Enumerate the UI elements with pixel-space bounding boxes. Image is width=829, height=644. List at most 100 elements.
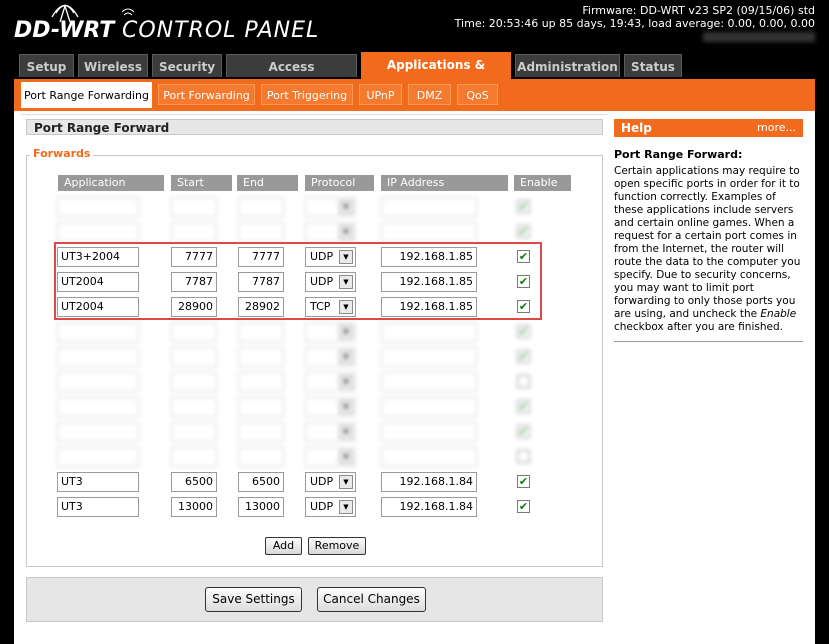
remove-button[interactable]: Remove xyxy=(308,537,366,555)
ip-address-input[interactable] xyxy=(381,197,477,217)
start-port-input[interactable] xyxy=(171,222,217,242)
enable-checkbox[interactable] xyxy=(517,450,530,463)
start-port-input[interactable] xyxy=(171,372,217,392)
tab-security[interactable]: Security xyxy=(152,54,222,77)
tab-wireless[interactable]: Wireless xyxy=(78,54,148,77)
tab-administration[interactable]: Administration xyxy=(515,54,620,77)
chevron-down-icon: ▼ xyxy=(339,425,353,439)
enable-checkbox[interactable]: ✔ xyxy=(517,325,530,338)
start-port-input[interactable] xyxy=(171,347,217,367)
system-info: Firmware: DD-WRT v23 SP2 (09/15/06) std … xyxy=(455,4,815,30)
col-header-end: End xyxy=(237,175,298,191)
start-port-input[interactable]: 6500 xyxy=(171,472,217,492)
enable-checkbox[interactable]: ✔ xyxy=(517,400,530,413)
application-input[interactable] xyxy=(57,372,139,392)
application-input[interactable] xyxy=(57,447,139,467)
protocol-select[interactable]: ▼ xyxy=(305,397,356,417)
end-port-input[interactable] xyxy=(238,372,284,392)
protocol-select[interactable]: ▼ xyxy=(305,322,356,342)
section-title: Port Range Forward xyxy=(26,119,603,135)
help-text-em: Enable xyxy=(760,308,797,320)
end-port-input[interactable] xyxy=(238,322,284,342)
enable-checkbox[interactable] xyxy=(517,375,530,388)
protocol-select[interactable]: ▼ xyxy=(305,197,356,217)
start-port-input[interactable]: 13000 xyxy=(171,497,217,517)
save-settings-button[interactable]: Save Settings xyxy=(205,587,302,612)
protocol-select[interactable]: ▼ xyxy=(305,222,356,242)
tab-status[interactable]: Status xyxy=(624,54,682,77)
ip-address-input[interactable]: 192.168.1.84 xyxy=(381,472,477,492)
end-port-input[interactable] xyxy=(238,222,284,242)
ip-address-input[interactable] xyxy=(381,397,477,417)
protocol-value: UDP xyxy=(310,500,334,513)
chevron-down-icon: ▼ xyxy=(339,500,353,514)
ip-address-input[interactable] xyxy=(381,322,477,342)
uptime-text: Time: 20:53:46 up 85 days, 19:43, load a… xyxy=(454,17,815,30)
ip-address-input[interactable]: 192.168.1.84 xyxy=(381,497,477,517)
end-port-input[interactable] xyxy=(238,397,284,417)
cancel-changes-button[interactable]: Cancel Changes xyxy=(317,587,426,612)
application-input[interactable]: UT3 xyxy=(57,472,139,492)
ip-address-input[interactable] xyxy=(381,422,477,442)
protocol-select[interactable]: ▼ xyxy=(305,422,356,442)
enable-checkbox[interactable]: ✔ xyxy=(517,500,530,513)
start-port-input[interactable] xyxy=(171,422,217,442)
ip-address-input[interactable] xyxy=(381,222,477,242)
end-port-input[interactable] xyxy=(238,347,284,367)
enable-checkbox[interactable]: ✔ xyxy=(517,225,530,238)
start-port-input[interactable] xyxy=(171,322,217,342)
end-port-input[interactable] xyxy=(238,447,284,467)
logo-title: CONTROL PANEL xyxy=(121,18,320,43)
help-more-link[interactable]: more... xyxy=(757,119,796,137)
chevron-down-icon: ▼ xyxy=(339,200,353,214)
help-heading: Port Range Forward: xyxy=(614,148,743,161)
end-port-input[interactable] xyxy=(238,197,284,217)
application-input[interactable] xyxy=(57,397,139,417)
footer-bar xyxy=(26,577,603,622)
ip-address-input[interactable] xyxy=(381,447,477,467)
end-port-input[interactable]: 13000 xyxy=(238,497,284,517)
start-port-input[interactable] xyxy=(171,447,217,467)
protocol-select[interactable]: ▼ xyxy=(305,372,356,392)
help-divider xyxy=(614,341,803,342)
end-port-input[interactable]: 6500 xyxy=(238,472,284,492)
add-button[interactable]: Add xyxy=(265,537,302,555)
tab-setup[interactable]: Setup xyxy=(19,54,74,77)
start-port-input[interactable] xyxy=(171,197,217,217)
highlight-box xyxy=(54,242,542,320)
subtab-qos[interactable]: QoS xyxy=(457,84,498,105)
application-input[interactable]: UT3 xyxy=(57,497,139,517)
application-input[interactable] xyxy=(57,347,139,367)
application-input[interactable] xyxy=(57,197,139,217)
chevron-down-icon: ▼ xyxy=(339,400,353,414)
enable-checkbox[interactable]: ✔ xyxy=(517,350,530,363)
end-port-input[interactable] xyxy=(238,422,284,442)
subtab-dmz[interactable]: DMZ xyxy=(408,84,451,105)
start-port-input[interactable] xyxy=(171,397,217,417)
subtab-port-range-forwarding[interactable]: Port Range Forwarding xyxy=(21,82,152,108)
chevron-down-icon: ▼ xyxy=(339,350,353,364)
ip-address-input[interactable] xyxy=(381,347,477,367)
ip-address-input[interactable] xyxy=(381,372,477,392)
enable-checkbox[interactable]: ✔ xyxy=(517,200,530,213)
tab-applications-gaming[interactable]: Applications & Gaming xyxy=(361,52,511,96)
protocol-select[interactable]: UDP ▼ xyxy=(305,472,356,492)
application-input[interactable] xyxy=(57,422,139,442)
protocol-select[interactable]: ▼ xyxy=(305,447,356,467)
obscured-wan-info xyxy=(703,32,815,42)
application-input[interactable] xyxy=(57,322,139,342)
col-header-application: Application xyxy=(58,175,164,191)
application-input[interactable] xyxy=(57,222,139,242)
enable-checkbox[interactable]: ✔ xyxy=(517,475,530,488)
divider xyxy=(21,114,608,115)
protocol-select[interactable]: ▼ xyxy=(305,347,356,367)
subtab-upnp[interactable]: UPnP xyxy=(359,84,402,105)
protocol-value: UDP xyxy=(310,475,334,488)
tab-access-restrictions[interactable]: Access Restrictions xyxy=(226,54,357,98)
enable-checkbox[interactable]: ✔ xyxy=(517,425,530,438)
help-title: Help xyxy=(621,121,652,135)
protocol-select[interactable]: UDP ▼ xyxy=(305,497,356,517)
chevron-down-icon: ▼ xyxy=(339,225,353,239)
subtab-port-triggering[interactable]: Port Triggering xyxy=(261,84,353,105)
subtab-port-forwarding[interactable]: Port Forwarding xyxy=(158,84,255,105)
